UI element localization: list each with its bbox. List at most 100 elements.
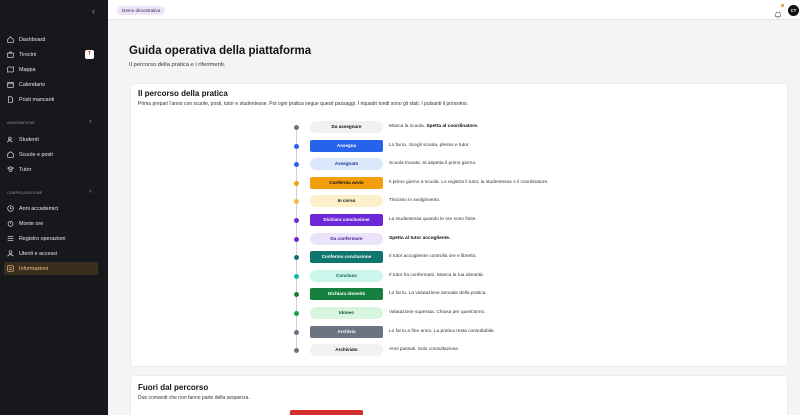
- clock-icon: [7, 205, 14, 212]
- step-state-pill: Da assegnare: [310, 121, 383, 133]
- sidebar-item-label: Tutor: [19, 166, 32, 173]
- page-subtitle: Il percorso della pratica e i riferiment…: [129, 62, 226, 68]
- notification-dot: [781, 4, 784, 7]
- sidebar-item-utenti-accessi[interactable]: Utenti e accessi: [4, 247, 98, 260]
- sidebar-item-label: Utenti e accessi: [19, 250, 58, 257]
- sidebar-item-dashboard[interactable]: Dashboard: [4, 33, 98, 46]
- sidebar-item-label: Tirocini: [19, 51, 37, 58]
- users-icon: [7, 136, 14, 143]
- sidebar-item-tutor[interactable]: Tutor: [4, 163, 98, 176]
- step-text: Anni passati. Solo consultazione.: [389, 347, 460, 352]
- map-icon: [7, 66, 14, 73]
- section-configurazione: CONFIGURAZIONE: [7, 191, 43, 195]
- sidebar-item-registro-operazioni[interactable]: Registro operazioni: [4, 232, 98, 245]
- sidebar-item-mappa[interactable]: Mappa: [4, 63, 98, 76]
- percorso-description: Prima prepari l'anno con scuole, posti, …: [138, 101, 469, 107]
- sidebar-item-label: Posti mancanti: [19, 96, 55, 103]
- user-lock-icon: [7, 250, 14, 257]
- step-description: Manca la scuola. Spetta al coordinatore.: [389, 124, 478, 129]
- step-action-button[interactable]: Dichiara conclusione: [310, 214, 383, 226]
- timeline-dot: [294, 125, 299, 130]
- sidebar-item-studenti[interactable]: Studenti: [4, 133, 98, 146]
- sidebar-item-tirocini[interactable]: Tirocini T: [4, 48, 98, 61]
- step-description: Tirocinio in svolgimento.: [389, 198, 440, 203]
- briefcase-icon: [7, 51, 14, 58]
- fuori-action-button[interactable]: [290, 410, 363, 415]
- sidebar-item-label: Calendario: [19, 81, 46, 88]
- percorso-title: Il percorso della pratica: [138, 89, 228, 98]
- sidebar-item-anni-accademici[interactable]: Anni accademici: [4, 202, 98, 215]
- step-description: La studentessa quando le ore sono finite…: [389, 217, 477, 222]
- sidebar-item-calendario[interactable]: Calendario: [4, 78, 98, 91]
- sidebar-item-posti-mancanti[interactable]: Posti mancanti: [4, 93, 98, 106]
- timeline-dot: [294, 348, 299, 353]
- step-text: Il primo giorno a scuola. Lo registra il…: [389, 180, 549, 185]
- timeline-dot: [294, 274, 299, 279]
- step-text: Il tutor accogliente controlla ore e lib…: [389, 254, 477, 259]
- step-action-button[interactable]: Assegna: [310, 140, 383, 152]
- step-description: Il tutor accogliente controlla ore e lib…: [389, 254, 477, 259]
- timeline-dot: [294, 311, 299, 316]
- list-icon: [7, 235, 14, 242]
- page-title: Guida operativa della piattaforma: [129, 45, 312, 57]
- timeline-dot: [294, 292, 299, 297]
- step-text: Scuola trovata. Si aspetta il primo gior…: [389, 161, 477, 166]
- step-state-pill: Idoneo: [310, 307, 383, 319]
- bell-icon[interactable]: [774, 6, 782, 19]
- step-text: Lo fai tu a fine anno. La pratica resta …: [389, 329, 495, 334]
- school-icon: [7, 151, 14, 158]
- timeline-dot: [294, 162, 299, 167]
- step-text: Lo fai tu. Scegli scuola, plesso e tutor…: [389, 143, 470, 148]
- step-text: La studentessa quando le ore sono finite…: [389, 217, 477, 222]
- step-text: Lo fai tu. La valutazione annuale della …: [389, 291, 487, 296]
- document-icon: [7, 96, 14, 103]
- sidebar-item-label: Anni accademici: [19, 205, 59, 212]
- tutor-icon: [7, 166, 14, 173]
- sidebar-item-label: Registro operazioni: [19, 235, 66, 242]
- timeline-dot: [294, 255, 299, 260]
- step-description: Scuola trovata. Si aspetta il primo gior…: [389, 161, 476, 166]
- step-action-button[interactable]: Archivia: [310, 326, 383, 338]
- step-text: Tirocinio in svolgimento.: [389, 198, 441, 203]
- chevron-up-icon[interactable]: ˄: [89, 189, 92, 195]
- step-state-pill: Concluso: [310, 270, 383, 282]
- step-state-pill: In corso: [310, 195, 383, 207]
- timeline-dot: [294, 218, 299, 223]
- sidebar-item-label: Dashboard: [19, 36, 46, 43]
- timeline-dot: [294, 181, 299, 186]
- sidebar-item-scuole[interactable]: Scuole e posti: [4, 148, 98, 161]
- timeline-dot: [294, 199, 299, 204]
- sidebar-item-label: Monte ore: [19, 220, 44, 227]
- step-action-button[interactable]: Dichiara idoneità: [310, 288, 383, 300]
- timer-icon: [7, 220, 14, 227]
- step-action-button[interactable]: Conferma conclusione: [310, 251, 383, 263]
- step-state-pill: Assegnato: [310, 158, 383, 170]
- step-description: Anni passati. Solo consultazione.: [389, 347, 459, 352]
- step-description: Valutazione superata. Chiusa per quest'a…: [389, 310, 486, 315]
- timeline-dot: [294, 144, 299, 149]
- section-anagrafiche: ANAGRAFICHE: [7, 121, 36, 125]
- step-text: Valutazione superata. Chiusa per quest'a…: [389, 310, 486, 315]
- step-description: Lo fai tu. La valutazione annuale della …: [389, 291, 487, 296]
- tirocini-badge: T: [85, 50, 94, 59]
- step-state-pill: Archiviato: [310, 344, 383, 356]
- timeline-dot: [294, 330, 299, 335]
- sidebar-item-label: Scuole e posti: [19, 151, 53, 158]
- step-state-pill: Da confermare: [310, 233, 383, 245]
- collapse-sidebar-button[interactable]: ‹: [92, 6, 100, 16]
- step-description: Spetta al tutor accogliente.: [389, 236, 450, 241]
- avatar[interactable]: CT: [788, 5, 799, 16]
- step-description: Il primo giorno a scuola. Lo registra il…: [389, 180, 548, 185]
- sidebar-item-label: Studenti: [19, 136, 39, 143]
- sidebar-item-monte-ore[interactable]: Monte ore: [4, 217, 98, 230]
- step-description: Lo fai tu a fine anno. La pratica resta …: [389, 329, 495, 334]
- topbar: [108, 0, 800, 20]
- demo-badge: Demo dimostrativa: [117, 6, 166, 15]
- step-text: Il tutor ha confermato. Manca la tua ido…: [389, 273, 484, 278]
- fuori-description: Due comandi che non fanno parte della se…: [138, 395, 250, 401]
- sidebar-item-informazioni[interactable]: Informazioni: [4, 262, 98, 275]
- step-action-button[interactable]: Conferma avvio: [310, 177, 383, 189]
- chevron-up-icon[interactable]: ˄: [89, 119, 92, 125]
- fuori-title: Fuori dal percorso: [138, 383, 209, 392]
- calendar-icon: [7, 81, 14, 88]
